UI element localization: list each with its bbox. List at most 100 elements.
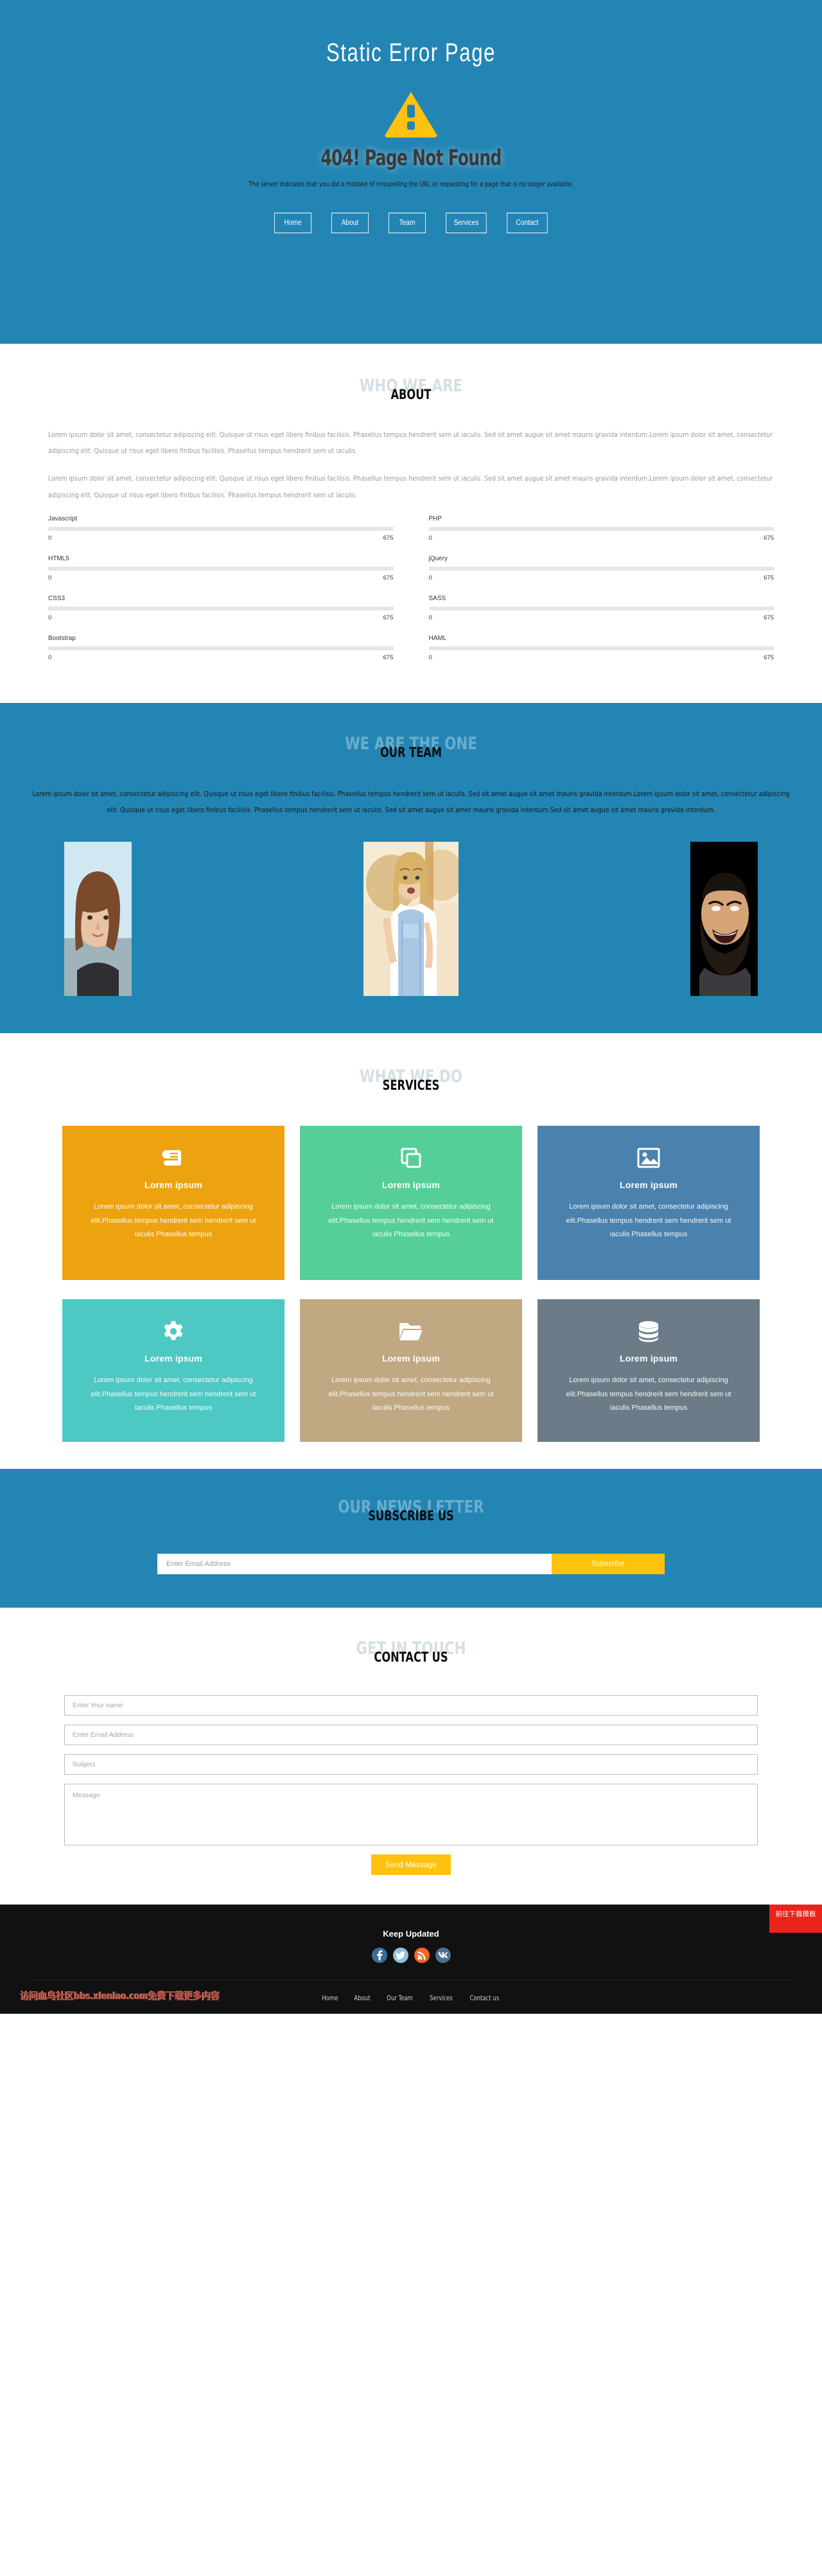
services-heading-group: WHAT WE DO SERVICES [0, 1067, 822, 1106]
service-card-database[interactable]: Lorem ipsum Lorem ipsum dolor sit amet, … [538, 1299, 760, 1443]
skill-label: CSS3 [48, 594, 66, 602]
service-text: Lorem ipsum dolor sit amet, consectetur … [566, 1376, 731, 1412]
skill-max: 675 [764, 534, 774, 542]
service-card-image[interactable]: Lorem ipsum Lorem ipsum dolor sit amet, … [538, 1126, 760, 1281]
footer-link-home[interactable]: Home [322, 1994, 338, 2002]
skill-max: 675 [383, 614, 394, 621]
service-text: Lorem ipsum dolor sit amet, consectetur … [328, 1376, 494, 1412]
skill-min: 0 [428, 614, 432, 621]
footer-link-our-team[interactable]: Our Team [387, 1994, 413, 2002]
skill-slider[interactable] [48, 606, 394, 610]
skill-slider[interactable] [428, 566, 774, 571]
skill-min: 0 [48, 614, 52, 621]
book-icon [82, 1144, 265, 1172]
team-paragraph: Lorem ipsum dolor sit amet, consectetur … [32, 790, 790, 814]
error-message: The server indicates that you did a mist… [249, 180, 573, 188]
subscribe-form: Subscribe [157, 1554, 665, 1575]
footer-link-about[interactable]: About [354, 1994, 371, 2002]
skill-slider[interactable] [48, 566, 394, 571]
service-title: Lorem ipsum [619, 1180, 678, 1191]
skill-slider[interactable] [48, 526, 394, 531]
twitter-icon[interactable] [392, 1948, 408, 1964]
skill-php: PHP 0 675 [428, 515, 774, 542]
facebook-icon[interactable] [371, 1948, 387, 1964]
subscribe-button[interactable]: Subscribe [552, 1554, 665, 1575]
skill-slider[interactable] [428, 526, 774, 531]
contact-section: GET IN TOUCH CONTACT US Send Message [0, 1608, 822, 1905]
watermark: 访问血鸟社区bbs.xlenlao.com免费下载更多内容 [20, 1990, 220, 2002]
skill-css3: CSS3 0 675 [48, 595, 394, 621]
contact-email-input[interactable] [64, 1725, 758, 1746]
skill-max: 675 [764, 574, 774, 582]
hero-section: Static Error Page 404! Page Not Found Th… [0, 0, 822, 344]
vk-icon[interactable] [435, 1948, 451, 1964]
skill-min: 0 [428, 574, 432, 582]
skill-label: SASS [428, 594, 446, 602]
rss-icon[interactable] [414, 1948, 430, 1964]
skill-jquery: jQuery 0 675 [428, 555, 774, 582]
team-heading-group: WE ARE THE ONE OUR TEAM [0, 734, 822, 774]
nav-button-services[interactable]: Services [446, 213, 487, 233]
services-grid: Lorem ipsum Lorem ipsum dolor sit amet, … [62, 1126, 760, 1281]
image-icon [557, 1144, 740, 1172]
social-links [0, 1948, 822, 1964]
hero-nav: Home About Team Services Contact [0, 213, 822, 233]
database-icon [557, 1317, 740, 1346]
skill-html5: HTML5 0 675 [48, 555, 394, 582]
about-paragraphs: Lorem ipsum dolor sit amet, consectetur … [48, 427, 774, 504]
subscribe-email-input[interactable] [157, 1554, 552, 1575]
skill-min: 0 [48, 653, 52, 661]
skill-min: 0 [428, 653, 432, 661]
service-card-clone[interactable]: Lorem ipsum Lorem ipsum dolor sit amet, … [300, 1126, 522, 1281]
team-section: WE ARE THE ONE OUR TEAM Lorem ipsum dolo… [0, 702, 822, 1034]
skill-slider[interactable] [428, 646, 774, 650]
contact-subject-input[interactable] [64, 1754, 758, 1775]
skill-min: 0 [428, 534, 432, 542]
team-heading: OUR TEAM [380, 744, 442, 760]
footer-title: Keep Updated [383, 1929, 439, 1939]
skill-slider[interactable] [48, 646, 394, 650]
skill-slider[interactable] [428, 606, 774, 610]
service-title: Lorem ipsum [381, 1180, 441, 1191]
nav-button-home[interactable]: Home [274, 213, 312, 233]
team-grid [64, 842, 758, 997]
skill-label: Javascript [48, 515, 78, 522]
team-member-photo-3[interactable] [690, 842, 758, 997]
contact-name-input[interactable] [64, 1695, 758, 1716]
service-text: Lorem ipsum dolor sit amet, consectetur … [91, 1376, 256, 1412]
download-template-badge[interactable]: 前往下载模板 [769, 1905, 822, 1933]
about-section: WHO WE ARE ABOUT Lorem ipsum dolor sit a… [0, 344, 822, 703]
service-title: Lorem ipsum [144, 1353, 203, 1364]
service-card-folder[interactable]: Lorem ipsum Lorem ipsum dolor sit amet, … [300, 1299, 522, 1443]
skill-javascript: Javascript 0 675 [48, 515, 394, 542]
team-member-photo-2[interactable] [363, 842, 459, 997]
skills-column-left: Javascript 0 675 HTML5 0 675 CSS3 0 675 Boo… [48, 515, 394, 675]
team-member-photo-1[interactable] [64, 842, 132, 997]
nav-button-contact[interactable]: Contact [507, 213, 548, 233]
service-card-book[interactable]: Lorem ipsum Lorem ipsum dolor sit amet, … [62, 1126, 284, 1281]
nav-button-about[interactable]: About [331, 213, 369, 233]
service-text: Lorem ipsum dolor sit amet, consectetur … [566, 1203, 731, 1238]
nav-button-team[interactable]: Team [388, 213, 426, 233]
skill-sass: SASS 0 675 [428, 594, 774, 621]
subscribe-heading: SUBSCRIBE US [368, 1508, 454, 1524]
gear-icon [82, 1317, 265, 1346]
skill-max: 675 [764, 653, 774, 661]
services-section: WHAT WE DO SERVICES Lorem ipsum Lorem ip… [0, 1033, 822, 1470]
skill-max: 675 [383, 574, 394, 582]
service-text: Lorem ipsum dolor sit amet, consectetur … [91, 1203, 256, 1238]
about-paragraph-1: Lorem ipsum dolor sit amet, consectetur … [48, 431, 773, 456]
service-title: Lorem ipsum [381, 1353, 441, 1364]
service-card-gear[interactable]: Lorem ipsum Lorem ipsum dolor sit amet, … [62, 1299, 284, 1443]
services-grid-row2: Lorem ipsum Lorem ipsum dolor sit amet, … [62, 1299, 760, 1443]
skill-min: 0 [48, 574, 52, 582]
skill-max: 675 [764, 614, 774, 621]
subscribe-heading-group: OUR NEWS LETTER SUBSCRIBE US [0, 1497, 822, 1537]
footer-link-contact-us[interactable]: Contact us [470, 1994, 500, 2002]
footer-link-services[interactable]: Services [430, 1994, 453, 2002]
contact-heading: CONTACT US [374, 1649, 448, 1666]
contact-message-textarea[interactable] [64, 1784, 758, 1846]
skill-label: HTML5 [48, 555, 69, 562]
skills-column-right: PHP 0 675 jQuery 0 675 SASS 0 675 HAML 0 675 [428, 515, 774, 675]
send-message-button[interactable]: Send Message [371, 1854, 451, 1876]
